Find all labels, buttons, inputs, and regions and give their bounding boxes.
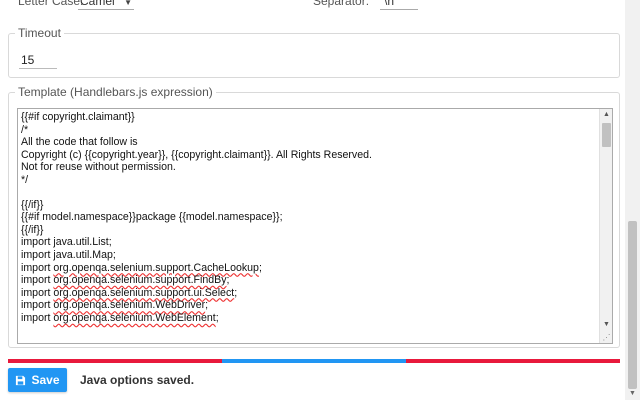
progress-bar (8, 359, 620, 363)
save-button[interactable]: Save (8, 368, 67, 392)
code-line: {{#if copyright.claimant}} (21, 111, 135, 123)
page-scrollbar[interactable]: ▼ (625, 0, 640, 400)
template-fieldset: Template (Handlebars.js expression) {{#i… (8, 85, 620, 348)
code-line: {{#if model.namespace}}package {{model.n… (21, 211, 283, 224)
code-line: {{/if}} (21, 198, 44, 211)
timeout-legend: Timeout (15, 26, 64, 40)
resize-handle-icon[interactable]: ⋰ (602, 333, 611, 342)
page-scroll-down-icon[interactable]: ▼ (625, 388, 640, 400)
template-code: {{#if copyright.claimant}}/* All the code… (21, 111, 599, 324)
progress-segment (222, 359, 406, 363)
scroll-up-icon[interactable]: ▲ (600, 109, 612, 121)
code-line: import org.openqa.selenium.support.Cache… (21, 261, 262, 274)
textarea-scrollbar[interactable]: ▲ ▼ (599, 109, 612, 343)
code-line: import java.util.List; (21, 236, 112, 249)
save-label: Save (31, 373, 60, 387)
code-line: import org.openqa.selenium.support.FindB… (21, 274, 230, 287)
page-scroll-thumb[interactable] (628, 221, 637, 389)
timeout-input[interactable]: 15 (19, 47, 57, 69)
timeout-fieldset: Timeout 15 (8, 26, 620, 78)
code-line: {{/if}} (21, 223, 44, 236)
code-line: All the code that follow is (21, 136, 138, 149)
code-line: import org.openqa.selenium.support.ui.Se… (21, 286, 238, 299)
letter-case-value: Camel (80, 0, 115, 8)
separator-label: Separator: (313, 0, 370, 8)
floppy-disk-icon (16, 375, 26, 385)
template-legend: Template (Handlebars.js expression) (15, 85, 216, 99)
status-message: Java options saved. (80, 373, 195, 387)
progress-segment (8, 359, 223, 363)
options-row: Letter Case: Camel ▼ Separator: \n (0, 0, 620, 10)
letter-case-label: Letter Case: (18, 0, 84, 8)
chevron-down-icon: ▼ (124, 0, 132, 7)
code-line: import org.openqa.selenium.WebElement; (21, 311, 219, 324)
code-line: import org.openqa.selenium.WebDriver; (21, 299, 209, 312)
template-textarea[interactable]: {{#if copyright.claimant}}/* All the code… (17, 108, 613, 344)
code-line: import java.util.Map; (21, 249, 116, 262)
progress-segment (405, 359, 620, 363)
letter-case-select[interactable]: Camel ▼ (78, 0, 134, 10)
code-line: Not for reuse without permission. (21, 161, 176, 174)
code-line: /* (21, 123, 29, 136)
separator-input[interactable]: \n (380, 0, 418, 10)
scroll-down-icon[interactable]: ▼ (600, 319, 612, 331)
textarea-scroll-thumb[interactable] (602, 123, 611, 147)
code-line: */ (21, 173, 29, 186)
code-line: Copyright (c) {{copyright.year}}, {{copy… (21, 148, 372, 161)
